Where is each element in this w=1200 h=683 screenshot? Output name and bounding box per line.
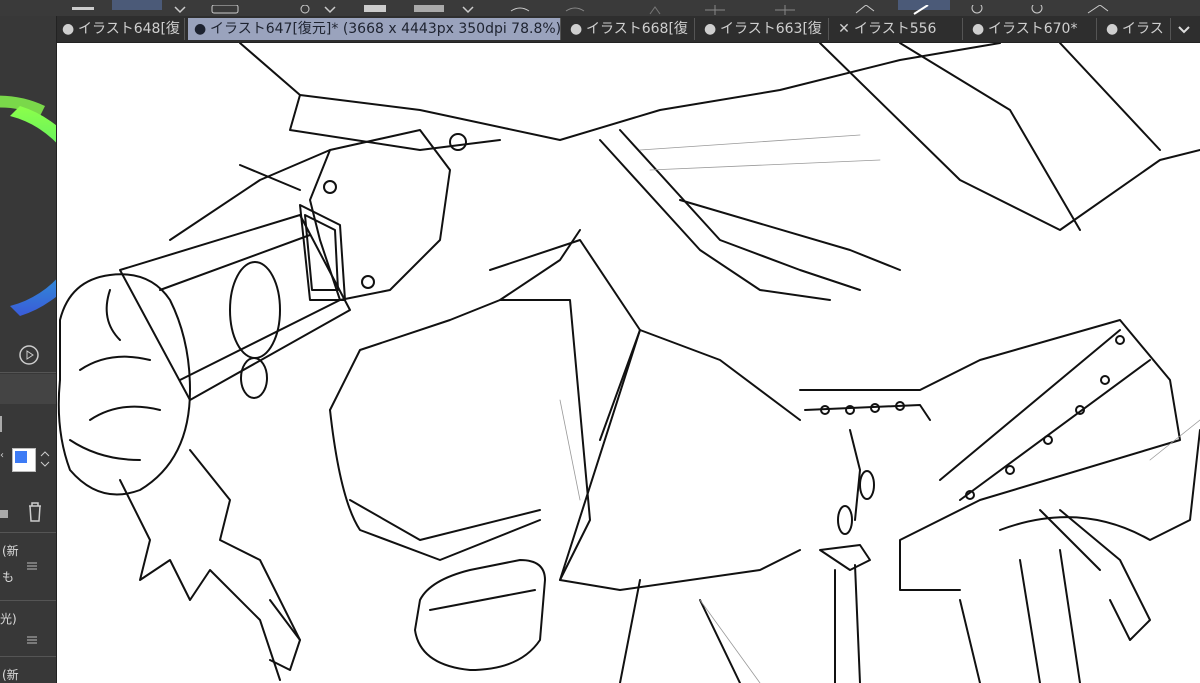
layer-visibility-toggle[interactable] — [0, 416, 8, 432]
modified-dot-icon: ● — [704, 21, 717, 37]
tab-illust-647[interactable]: ● イラスト647[復元]* (3668 x 4443px 350dpi 78.8… — [188, 18, 561, 40]
divider — [0, 656, 56, 657]
drag-handle-icon[interactable] — [26, 556, 38, 570]
eraser-icon[interactable] — [850, 0, 880, 14]
divider — [0, 532, 56, 533]
swatch-stepper-icon[interactable] — [38, 448, 52, 470]
close-icon[interactable]: ✕ — [838, 18, 850, 40]
lock-icon[interactable] — [0, 504, 10, 520]
tab-label: イラスト648[復 — [78, 21, 180, 37]
layer-panel-header — [0, 374, 56, 404]
add-layer-icon[interactable] — [290, 0, 320, 14]
tab-label: イラスト668[復 — [586, 21, 688, 37]
stepper-icon[interactable]: ‹ — [0, 450, 8, 470]
line-art-illustration — [57, 43, 1200, 683]
modified-dot-icon: ● — [62, 21, 75, 37]
color-wheel[interactable] — [0, 16, 56, 356]
menu-icon[interactable] — [70, 0, 98, 10]
transform-icon[interactable] — [640, 0, 670, 15]
drag-handle-icon[interactable] — [26, 630, 38, 644]
divider — [0, 600, 56, 601]
layer-tool-icon[interactable] — [112, 0, 162, 10]
ruler-icon[interactable] — [770, 0, 800, 15]
modified-dot-icon: ● — [194, 21, 207, 37]
toolbar — [0, 0, 1200, 16]
play-icon[interactable] — [18, 344, 40, 366]
layer-name: (新 — [2, 544, 19, 558]
layer-name: 光) — [0, 612, 17, 626]
grid-icon[interactable] — [700, 0, 730, 15]
fill-tool-icon[interactable] — [360, 0, 390, 12]
tab-illust-663[interactable]: ● イラスト663[復 — [698, 18, 829, 40]
color-swatch[interactable] — [12, 448, 36, 472]
undo-icon[interactable] — [505, 0, 535, 12]
tab-label: イラスト670* — [988, 21, 1078, 37]
drawing-canvas[interactable] — [57, 43, 1200, 683]
layer-name: (新 — [2, 668, 19, 682]
tab-label: イラスト647[復元]* (3668 x 4443px 350dpi 78.8%… — [210, 21, 561, 37]
redo-icon[interactable] — [560, 0, 590, 12]
selection-tool-icon[interactable] — [410, 0, 450, 12]
tab-illust-670[interactable]: ● イラスト670* — [966, 18, 1097, 40]
tab-illust-partial[interactable]: ● イラス — [1100, 18, 1171, 40]
image-tool-icon[interactable] — [208, 0, 242, 14]
dropdown-icon[interactable] — [460, 0, 476, 14]
trash-icon[interactable] — [24, 500, 46, 524]
modified-dot-icon: ● — [972, 21, 985, 37]
tab-label: イラス — [1122, 21, 1164, 37]
layer-name: も — [2, 570, 15, 584]
dropdown-icon[interactable] — [322, 0, 338, 14]
blend-tool-icon[interactable] — [1020, 0, 1054, 14]
tab-illust-668[interactable]: ● イラスト668[復 — [564, 18, 695, 40]
brush-tool-icon[interactable] — [960, 0, 994, 14]
modified-dot-icon: ● — [1106, 21, 1119, 37]
document-tab-bar: ● イラスト648[復 ● イラスト647[復元]* (3668 x 4443px … — [56, 16, 1200, 43]
tab-label: イラスト663[復 — [720, 21, 822, 37]
left-panel: ‹ (新 も 光) (新 — [0, 16, 57, 683]
tab-illust-556[interactable]: ✕ イラスト556 — [832, 18, 963, 40]
divider — [0, 372, 56, 373]
pen-tool-icon[interactable] — [898, 0, 950, 15]
tab-illust-648[interactable]: ● イラスト648[復 — [56, 18, 185, 40]
modified-dot-icon: ● — [570, 21, 583, 37]
dropdown-icon[interactable] — [172, 0, 188, 14]
chevron-down-icon[interactable] — [1174, 19, 1194, 39]
tab-label: イラスト556 — [854, 21, 937, 37]
eraser-tool-icon[interactable] — [1080, 0, 1114, 14]
